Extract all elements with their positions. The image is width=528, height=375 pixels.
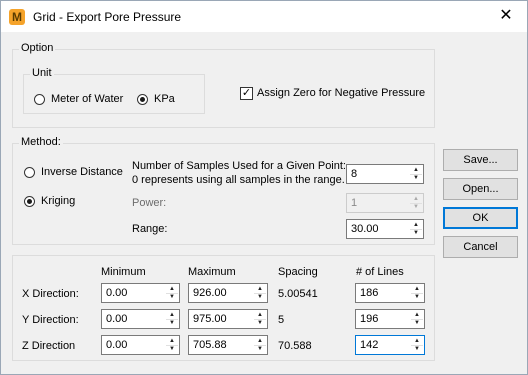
y-lines-value: 196 <box>360 313 379 325</box>
z-maximum-stepper[interactable]: 705.88 ▲ ▼ <box>188 335 268 355</box>
x-maximum-value: 926.00 <box>193 287 227 299</box>
z-lines-stepper[interactable]: 142 ▲ ▼ <box>355 335 425 355</box>
range-down-arrow-icon[interactable]: ▼ <box>410 229 422 237</box>
close-button[interactable]: ✕ <box>491 3 521 29</box>
ok-button[interactable]: OK <box>443 207 518 229</box>
open-button[interactable]: Open... <box>443 178 518 200</box>
z-maximum-value: 705.88 <box>193 339 227 351</box>
meter-of-water-label[interactable]: Meter of Water <box>51 93 123 105</box>
z-minimum-down-arrow-icon[interactable]: ▼ <box>166 345 178 353</box>
y-maximum-value: 975.00 <box>193 313 227 325</box>
inverse-distance-label[interactable]: Inverse Distance <box>41 166 123 178</box>
power-label: Power: <box>132 197 167 209</box>
title-bar: M Grid - Export Pore Pressure ✕ <box>1 1 527 32</box>
unit-group: Unit Meter of Water KPa <box>23 67 205 114</box>
meter-of-water-radio[interactable] <box>34 94 45 105</box>
z-maximum-down-arrow-icon[interactable]: ▼ <box>254 345 266 353</box>
y-lines-down-arrow-icon[interactable]: ▼ <box>411 319 423 327</box>
power-down-arrow-icon[interactable]: ▼ <box>410 203 422 211</box>
x-spacing-value: 5.00541 <box>278 288 318 300</box>
header-minimum: Minimum <box>101 266 146 278</box>
header-maximum: Maximum <box>188 266 236 278</box>
z-minimum-value: 0.00 <box>106 339 128 351</box>
cancel-button[interactable]: Cancel <box>443 236 518 258</box>
samples-down-arrow-icon[interactable]: ▼ <box>410 174 422 182</box>
option-group-label: Option <box>19 42 56 54</box>
app-logo-icon: M <box>9 9 25 25</box>
dialog-window: M Grid - Export Pore Pressure ✕ Option U… <box>0 0 528 375</box>
method-group-label: Method: <box>19 136 63 148</box>
range-value: 30.00 <box>351 223 379 235</box>
samples-value: 8 <box>351 168 358 180</box>
z-spacing-value: 70.588 <box>278 340 312 352</box>
x-lines-value: 186 <box>360 287 379 299</box>
z-lines-down-arrow-icon[interactable]: ▼ <box>411 345 423 353</box>
z-minimum-stepper[interactable]: 0.00 ▲ ▼ <box>101 335 180 355</box>
kriging-radio[interactable] <box>24 196 35 207</box>
y-maximum-stepper[interactable]: 975.00 ▲ ▼ <box>188 309 268 329</box>
y-minimum-stepper[interactable]: 0.00 ▲ ▼ <box>101 309 180 329</box>
y-minimum-value: 0.00 <box>106 313 128 325</box>
assign-zero-checkbox[interactable]: ✓ <box>240 87 253 100</box>
y-maximum-down-arrow-icon[interactable]: ▼ <box>254 319 266 327</box>
assign-zero-label[interactable]: Assign Zero for Negative Pressure <box>257 87 425 99</box>
kriging-label[interactable]: Kriging <box>41 195 75 207</box>
window-title: Grid - Export Pore Pressure <box>33 10 182 24</box>
x-lines-stepper[interactable]: 186 ▲ ▼ <box>355 283 425 303</box>
kpa-radio[interactable] <box>137 94 148 105</box>
x-maximum-down-arrow-icon[interactable]: ▼ <box>254 293 266 301</box>
range-stepper[interactable]: 30.00 ▲ ▼ <box>346 219 424 239</box>
x-direction-label: X Direction: <box>22 288 79 300</box>
option-group: Option Unit Meter of Water KPa ✓ Assign … <box>12 42 435 128</box>
x-minimum-value: 0.00 <box>106 287 128 299</box>
samples-stepper[interactable]: 8 ▲ ▼ <box>346 164 424 184</box>
x-lines-down-arrow-icon[interactable]: ▼ <box>411 293 423 301</box>
method-group: Method: Inverse Distance Kriging Number … <box>12 136 435 245</box>
unit-group-label: Unit <box>30 67 54 79</box>
x-minimum-down-arrow-icon[interactable]: ▼ <box>166 293 178 301</box>
power-stepper[interactable]: 1 ▲ ▼ <box>346 193 424 213</box>
x-minimum-stepper[interactable]: 0.00 ▲ ▼ <box>101 283 180 303</box>
y-direction-label: Y Direction: <box>22 314 79 326</box>
power-value: 1 <box>351 197 358 209</box>
y-spacing-value: 5 <box>278 314 285 326</box>
header-lines: # of Lines <box>356 266 404 278</box>
save-button[interactable]: Save... <box>443 149 518 171</box>
y-lines-stepper[interactable]: 196 ▲ ▼ <box>355 309 425 329</box>
samples-label-line1: Number of Samples Used for a Given Point… <box>132 160 346 172</box>
z-direction-label: Z Direction <box>22 340 76 352</box>
grid-group: Minimum Maximum Spacing # of Lines X Dir… <box>12 255 435 361</box>
x-maximum-stepper[interactable]: 926.00 ▲ ▼ <box>188 283 268 303</box>
z-lines-value: 142 <box>360 339 379 351</box>
range-label: Range: <box>132 223 168 235</box>
y-minimum-down-arrow-icon[interactable]: ▼ <box>166 319 178 327</box>
samples-label-line2: 0 represents using all samples in the ra… <box>132 174 345 186</box>
header-spacing: Spacing <box>278 266 318 278</box>
kpa-label[interactable]: KPa <box>154 93 175 105</box>
inverse-distance-radio[interactable] <box>24 167 35 178</box>
